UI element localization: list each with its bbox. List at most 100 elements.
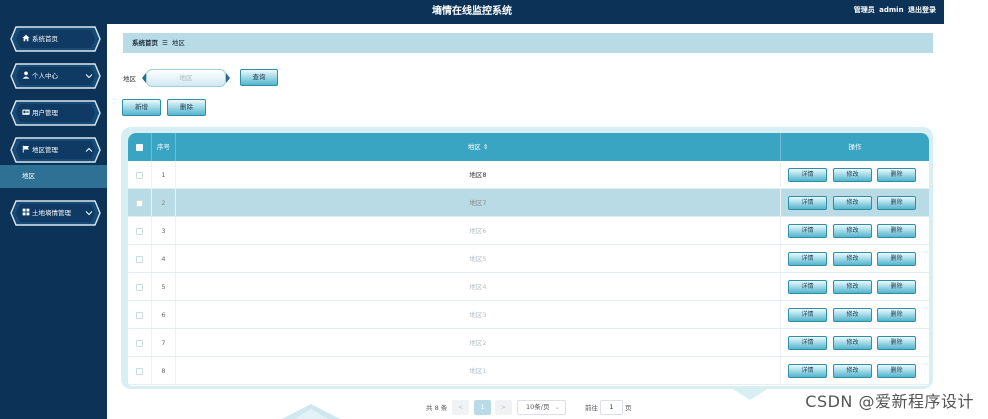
row-checkbox[interactable] bbox=[136, 339, 143, 347]
sort-icon[interactable]: ⇕ bbox=[483, 143, 488, 151]
detail-button[interactable]: 详情 bbox=[788, 224, 827, 238]
row-index: 2 bbox=[152, 189, 176, 216]
row-area: 地区2 bbox=[176, 329, 781, 356]
user-area: 管理员 admin 退出登录 bbox=[852, 0, 936, 24]
row-operations: 详情 修改 删除 bbox=[781, 357, 929, 384]
detail-button[interactable]: 详情 bbox=[788, 168, 827, 182]
edit-button[interactable]: 修改 bbox=[833, 336, 872, 350]
row-index: 1 bbox=[152, 161, 176, 188]
user-icon bbox=[22, 71, 30, 79]
sidebar-item-soil-moisture[interactable]: 土地墒情管理 bbox=[10, 200, 101, 226]
sidebar-item-label: 地区管理 bbox=[32, 146, 58, 154]
delete-button[interactable]: 删除 bbox=[877, 196, 916, 210]
pagination-page-1[interactable]: 1 bbox=[474, 400, 491, 415]
delete-button[interactable]: 删除 bbox=[877, 168, 916, 182]
edit-button[interactable]: 修改 bbox=[833, 196, 872, 210]
pagination-total: 共 8 条 bbox=[426, 404, 448, 412]
id-card-icon bbox=[22, 109, 30, 115]
col-header-index: 序号 bbox=[152, 133, 176, 161]
chevron-down-icon bbox=[85, 74, 93, 79]
sidebar-item-label: 个人中心 bbox=[32, 72, 58, 80]
search-input[interactable]: 地区 bbox=[146, 69, 226, 87]
sidebar-item-profile[interactable]: 个人中心 bbox=[10, 63, 101, 89]
page-size-select[interactable]: 10条/页 ⌄ bbox=[517, 400, 566, 415]
row-checkbox[interactable] bbox=[136, 311, 143, 319]
decorative-triangle bbox=[282, 404, 340, 419]
search-label: 地区 bbox=[123, 75, 136, 83]
delete-button[interactable]: 删除 bbox=[877, 308, 916, 322]
row-index: 5 bbox=[152, 273, 176, 300]
edit-button[interactable]: 修改 bbox=[833, 224, 872, 238]
delete-button[interactable]: 删除 bbox=[877, 364, 916, 378]
delete-button[interactable]: 删除 bbox=[877, 336, 916, 350]
delete-button[interactable]: 删除 bbox=[877, 280, 916, 294]
row-operations: 详情 修改 删除 bbox=[781, 329, 929, 356]
edit-button[interactable]: 修改 bbox=[833, 364, 872, 378]
sidebar-item-label: 系统首页 bbox=[32, 35, 58, 43]
region-table: 序号 地区 ⇕ 操作 1 地区8 详情 修改 删除 2 地区7 详情 修改 删除 3 地区6 详情 修改删… bbox=[128, 133, 929, 386]
system-title: 墒情在线监控系统 bbox=[432, 6, 512, 17]
sidebar-item-users[interactable]: 用户管理 bbox=[10, 100, 101, 126]
row-checkbox[interactable] bbox=[136, 255, 143, 263]
logout-link[interactable]: 退出登录 bbox=[908, 6, 936, 14]
table-row[interactable]: 4 地区5 详情 修改 删除 bbox=[128, 245, 929, 273]
pagination-prev-button[interactable]: < bbox=[452, 400, 469, 415]
detail-button[interactable]: 详情 bbox=[788, 252, 827, 266]
sidebar-item-label: 用户管理 bbox=[32, 109, 58, 117]
query-button[interactable]: 查询 bbox=[240, 69, 278, 86]
breadcrumb: 系统首页 ☰ 地区 bbox=[123, 33, 933, 53]
breadcrumb-home[interactable]: 系统首页 bbox=[132, 39, 158, 47]
sidebar-item-home[interactable]: 系统首页 bbox=[10, 26, 101, 52]
breadcrumb-separator-icon: ☰ bbox=[162, 39, 168, 47]
row-checkbox[interactable] bbox=[136, 171, 143, 179]
pagination-next-button[interactable]: > bbox=[495, 400, 512, 415]
decorative-triangle bbox=[728, 386, 772, 400]
table-row[interactable]: 3 地区6 详情 修改 删除 bbox=[128, 217, 929, 245]
table-row[interactable]: 6 地区3 详情 修改 删除 bbox=[128, 301, 929, 329]
submenu-item-region[interactable]: 地区 bbox=[0, 165, 107, 188]
chevron-down-icon: ⌄ bbox=[554, 403, 560, 411]
home-icon bbox=[22, 34, 30, 42]
row-area: 地区6 bbox=[176, 217, 781, 244]
detail-button[interactable]: 详情 bbox=[788, 196, 827, 210]
table-row[interactable]: 1 地区8 详情 修改 删除 bbox=[128, 161, 929, 189]
user-role: 管理员 bbox=[853, 6, 875, 14]
sidebar-item-region[interactable]: 地区管理 bbox=[10, 137, 101, 163]
row-index: 3 bbox=[152, 217, 176, 244]
select-all-checkbox[interactable] bbox=[136, 143, 143, 151]
row-operations: 详情 修改 删除 bbox=[781, 245, 929, 272]
delete-button[interactable]: 删除 bbox=[877, 224, 916, 238]
row-checkbox[interactable] bbox=[136, 199, 143, 207]
detail-button[interactable]: 详情 bbox=[788, 336, 827, 350]
edit-button[interactable]: 修改 bbox=[833, 308, 872, 322]
grid-icon bbox=[22, 208, 30, 216]
pagination-page-unit: 页 bbox=[625, 404, 632, 412]
edit-button[interactable]: 修改 bbox=[833, 168, 872, 182]
edit-button[interactable]: 修改 bbox=[833, 280, 872, 294]
row-operations: 详情 修改 删除 bbox=[781, 217, 929, 244]
table-row[interactable]: 7 地区2 详情 修改 删除 bbox=[128, 329, 929, 357]
row-checkbox[interactable] bbox=[136, 283, 143, 291]
col-header-operation: 操作 bbox=[848, 143, 862, 151]
edit-button[interactable]: 修改 bbox=[833, 252, 872, 266]
detail-button[interactable]: 详情 bbox=[788, 280, 827, 294]
delete-button[interactable]: 删除 bbox=[877, 252, 916, 266]
table-row[interactable]: 8 地区1 详情 修改 删除 bbox=[128, 357, 929, 385]
row-checkbox[interactable] bbox=[136, 367, 143, 375]
table-row[interactable]: 5 地区4 详情 修改 删除 bbox=[128, 273, 929, 301]
pagination-goto-input[interactable]: 1 bbox=[600, 400, 623, 415]
sidebar: 系统首页 个人中心 用户管理 地区管理 地区 土地墒情管理 bbox=[0, 24, 107, 419]
add-button[interactable]: 新增 bbox=[122, 99, 161, 116]
detail-button[interactable]: 详情 bbox=[788, 308, 827, 322]
table-row[interactable]: 2 地区7 详情 修改 删除 bbox=[128, 189, 929, 217]
batch-delete-button[interactable]: 删除 bbox=[167, 99, 206, 116]
row-operations: 详情 修改 删除 bbox=[781, 161, 929, 188]
row-checkbox[interactable] bbox=[136, 227, 143, 235]
row-operations: 详情 修改 删除 bbox=[781, 189, 929, 216]
col-header-area[interactable]: 地区 ⇕ bbox=[176, 133, 781, 161]
detail-button[interactable]: 详情 bbox=[788, 364, 827, 378]
row-index: 4 bbox=[152, 245, 176, 272]
row-area: 地区8 bbox=[176, 161, 781, 188]
row-operations: 详情 修改 删除 bbox=[781, 301, 929, 328]
row-area: 地区4 bbox=[176, 273, 781, 300]
